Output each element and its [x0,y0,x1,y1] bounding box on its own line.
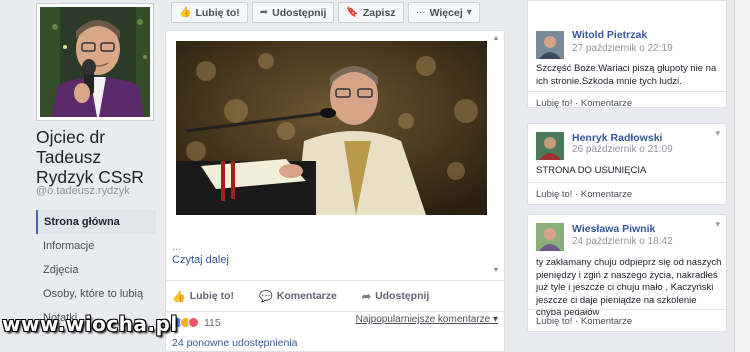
thumbs-up-icon: 👍 [179,7,192,18]
avatar[interactable] [536,31,564,59]
post-like-button[interactable]: 👍 Lubię to! [172,290,234,303]
more-label: Więcej [429,6,463,19]
nav-item-likes[interactable]: Osoby, które to lubią [36,282,156,306]
comment-text: Szczęść Boże.Wariaci piszą głupoty nie n… [536,63,717,87]
share-page-button[interactable]: ➦ Udostępnij [251,2,335,23]
chevron-down-icon: ▾ [466,7,472,18]
comment-time[interactable]: 24 październik o 18:42 [572,236,673,247]
comment-like-link[interactable]: Lubię to! [536,98,572,109]
comment-actions: Lubię to! · Komentarze [528,91,726,115]
comment-reply-link[interactable]: Komentarze [581,98,632,109]
love-reaction-icon [188,317,199,328]
share-arrow-icon: ➦ [361,290,372,303]
profile-picture[interactable] [37,4,153,120]
like-page-button[interactable]: 👍 Lubię to! [171,2,248,23]
page-title[interactable]: Ojciec dr Tadeusz Rydzyk CSsR [36,127,161,187]
more-button[interactable]: ··· Więcej ▾ [407,2,480,23]
visitor-posts-column: Witold Pietrzak 27 październik o 22:19 S… [517,0,750,352]
save-page-label: Zapisz [362,6,396,19]
visitor-post: Henryk Radłowski 26 październik o 21:09 … [527,123,727,205]
comment-actions: Lubię to! · Komentarze [528,309,726,333]
nav-item-home[interactable]: Strona główna [36,210,156,234]
bookmark-icon: 🔖 [346,7,359,18]
post-like-label: Lubię to! [189,290,235,302]
post-card: ... Czytaj dalej ▲ ▼ 👍 Lubię to! 💬 Komen… [165,30,506,352]
like-page-label: Lubię to! [195,6,240,19]
page-handle[interactable]: @o.tadeusz.rydzyk [36,185,130,197]
post-comment-button[interactable]: 💬 Komentarze [259,290,337,303]
comment-like-link[interactable]: Lubię to! [536,189,572,200]
comment-icon: 💬 [259,290,273,303]
visitor-post: Wiesława Piwnik 24 październik o 18:42 ▾… [527,214,727,332]
nav-item-about[interactable]: Informacje [36,234,156,258]
comment-like-link[interactable]: Lubię to! [536,316,572,327]
post-comment-label: Komentarze [276,290,337,302]
share-page-label: Udostępnij [272,6,327,19]
post-ellipsis: ... [172,241,182,253]
page-scrollbar[interactable] [734,0,750,352]
scroll-down-icon[interactable]: ▼ [492,267,500,275]
read-more-link[interactable]: Czytaj dalej [172,254,229,266]
post-actions: 👍 Lubię to! 💬 Komentarze ➦ Udostępnij [166,283,506,309]
chevron-down-icon[interactable]: ▾ [715,219,720,230]
nav-item-photos[interactable]: Zdjęcia [36,258,156,282]
post-share-button[interactable]: ➦ Udostępnij [362,290,429,303]
more-dots-icon: ··· [415,7,426,18]
share-arrow-icon: ➦ [259,7,269,18]
avatar[interactable] [536,223,564,251]
commenter-name[interactable]: Witold Pietrzak [572,29,647,41]
post-share-label: Udostępnij [375,290,430,302]
chevron-down-icon[interactable]: ▾ [715,128,720,139]
comment-reply-link[interactable]: Komentarze [581,189,632,200]
save-page-button[interactable]: 🔖 Zapisz [338,2,404,23]
comment-time[interactable]: 26 październik o 21:09 [572,144,673,155]
post-content: ... Czytaj dalej ▲ ▼ [166,31,506,281]
commenter-name[interactable]: Wiesława Piwnik [572,223,655,235]
scroll-up-icon[interactable]: ▲ [492,35,500,43]
page-action-bar: 👍 Lubię to! ➦ Udostępnij 🔖 Zapisz ··· Wi… [171,2,480,24]
shares-link[interactable]: 24 ponowne udostępnienia [172,337,298,349]
watermark: www.wiocha.pl [2,312,178,336]
reaction-count[interactable]: 115 [204,317,221,329]
commenter-name[interactable]: Henryk Radłowski [572,132,662,144]
left-column: Ojciec dr Tadeusz Rydzyk CSsR @o.tadeusz… [0,0,163,352]
post-scrollbar[interactable]: ▲ ▼ [492,35,500,275]
avatar[interactable] [536,132,564,160]
thumbs-up-icon: 👍 [172,290,186,303]
visitor-post: Witold Pietrzak 27 październik o 22:19 S… [527,0,727,109]
post-photo[interactable] [176,41,487,215]
comment-text: STRONA DO USUNIĘCIA [536,165,647,176]
comment-time[interactable]: 27 październik o 22:19 [572,43,673,54]
comment-sort-label: Najpopularniejsze komentarze [355,314,491,325]
comment-reply-link[interactable]: Komentarze [581,316,632,327]
comment-actions: Lubię to! · Komentarze [528,182,726,206]
comment-sort-dropdown[interactable]: Najpopularniejsze komentarze ▾ [356,314,498,325]
